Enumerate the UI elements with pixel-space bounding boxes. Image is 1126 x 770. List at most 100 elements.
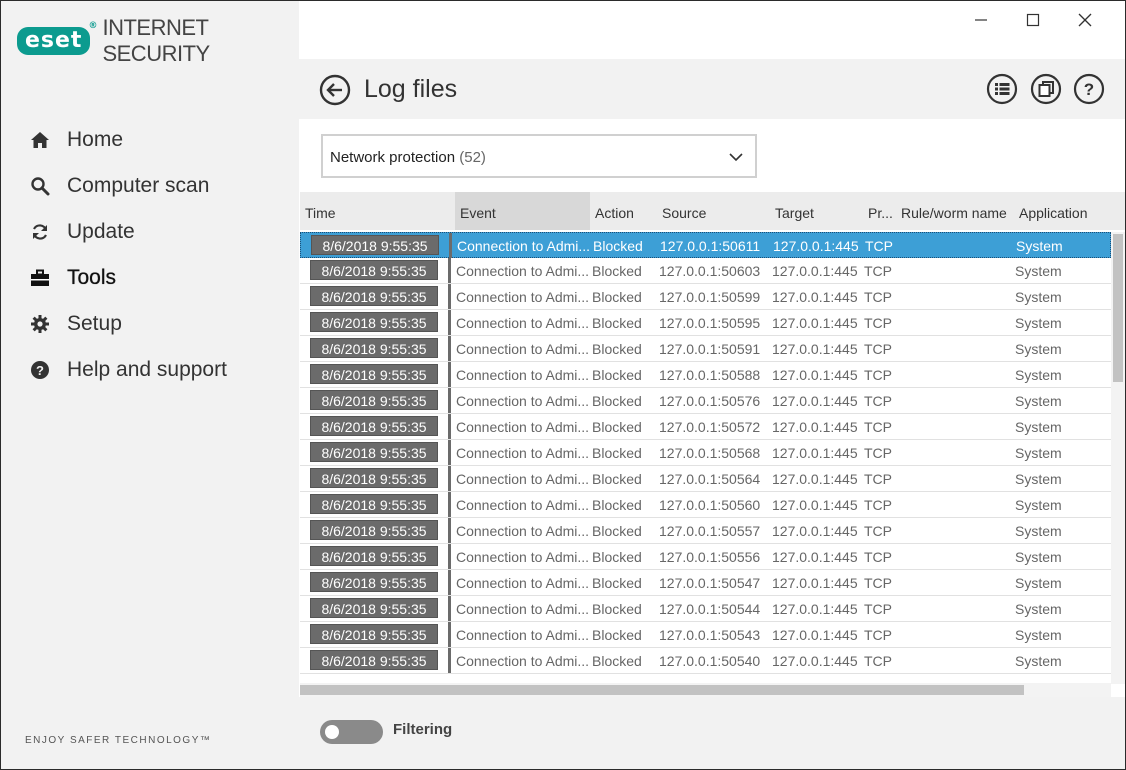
- sidebar-item-help-and-support[interactable]: ? Help and support: [29, 347, 227, 393]
- cell-application: System: [1015, 601, 1062, 617]
- cell-target: 127.0.0.1:445: [772, 263, 858, 279]
- column-header-application[interactable]: Application: [1014, 192, 1114, 230]
- column-header-time[interactable]: Time: [300, 192, 455, 230]
- filtering-toggle[interactable]: [320, 720, 383, 744]
- table-row[interactable]: 8/6/2018 9:55:35 Connection to Admi... Blo…: [300, 414, 1111, 440]
- cell-time: 8/6/2018 9:55:35: [310, 468, 438, 488]
- cell-application: System: [1015, 627, 1062, 643]
- cell-time: 8/6/2018 9:55:35: [310, 624, 438, 644]
- cell-time: 8/6/2018 9:55:35: [310, 442, 438, 462]
- cell-time: 8/6/2018 9:55:35: [310, 390, 438, 410]
- cell-target: 127.0.0.1:445: [772, 367, 858, 383]
- sidebar-item-computer-scan[interactable]: Computer scan: [29, 163, 227, 209]
- cell-target: 127.0.0.1:445: [772, 627, 858, 643]
- cell-source: 127.0.0.1:50564: [659, 471, 761, 487]
- cell-application: System: [1015, 575, 1062, 591]
- cell-source: 127.0.0.1:50599: [659, 289, 761, 305]
- home-icon: [29, 129, 51, 151]
- horizontal-scrollbar[interactable]: [300, 683, 1111, 697]
- sidebar-item-tools[interactable]: Tools: [29, 255, 227, 301]
- cell-target: 127.0.0.1:445: [772, 315, 858, 331]
- sidebar-item-home[interactable]: Home: [29, 117, 227, 163]
- table-row[interactable]: 8/6/2018 9:55:35 Connection to Admi... Blo…: [300, 596, 1111, 622]
- column-divider: [448, 258, 451, 283]
- cell-target: 127.0.0.1:445: [772, 575, 858, 591]
- minimize-icon: [975, 19, 987, 21]
- column-header-event[interactable]: Event: [455, 192, 590, 230]
- back-arrow-icon: [319, 74, 351, 106]
- filtering-label: Filtering: [393, 721, 453, 738]
- column-divider: [448, 622, 451, 647]
- column-divider: [448, 362, 451, 387]
- cell-time: 8/6/2018 9:55:35: [310, 520, 438, 540]
- vertical-scrollbar-thumb[interactable]: [1113, 234, 1123, 382]
- table-row[interactable]: 8/6/2018 9:55:35 Connection to Admi... Blo…: [300, 284, 1111, 310]
- page-header: Log files ?: [299, 59, 1125, 119]
- table-row[interactable]: 8/6/2018 9:55:35 Connection to Admi... Blo…: [300, 622, 1111, 648]
- column-divider: [448, 388, 451, 413]
- cell-action: Blocked: [592, 471, 642, 487]
- cell-protocol: TCP: [864, 523, 892, 539]
- maximize-button[interactable]: [1007, 7, 1059, 33]
- column-header-target[interactable]: Target: [770, 192, 863, 230]
- cell-target: 127.0.0.1:445: [772, 549, 858, 565]
- table-row[interactable]: 8/6/2018 9:55:35 Connection to Admi... Blo…: [300, 570, 1111, 596]
- list-view-button[interactable]: [986, 73, 1018, 105]
- cell-time: 8/6/2018 9:55:35: [310, 260, 438, 280]
- sidebar-nav: Home Computer scan Update Tools Setup ? …: [29, 117, 227, 393]
- cell-target: 127.0.0.1:445: [772, 419, 858, 435]
- cell-event: Connection to Admi...: [456, 523, 588, 539]
- vertical-scrollbar[interactable]: [1111, 232, 1125, 684]
- cell-event: Connection to Admi...: [456, 601, 588, 617]
- cell-source: 127.0.0.1:50547: [659, 575, 761, 591]
- table-row[interactable]: 8/6/2018 9:55:35 Connection to Admi... Blo…: [300, 648, 1111, 674]
- table-row[interactable]: 8/6/2018 9:55:35 Connection to Admi... Blo…: [300, 518, 1111, 544]
- table-row[interactable]: 8/6/2018 9:55:35 Connection to Admi... Blo…: [300, 336, 1111, 362]
- sidebar-item-update[interactable]: Update: [29, 209, 227, 255]
- table-row[interactable]: 8/6/2018 9:55:35 Connection to Admi... Blo…: [300, 388, 1111, 414]
- cell-action: Blocked: [592, 549, 642, 565]
- cell-action: Blocked: [592, 393, 642, 409]
- cell-event: Connection to Admi...: [456, 289, 588, 305]
- back-button[interactable]: [319, 74, 351, 106]
- column-header-source[interactable]: Source: [657, 192, 770, 230]
- cell-event: Connection to Admi...: [456, 341, 588, 357]
- close-button[interactable]: [1059, 7, 1111, 33]
- cell-target: 127.0.0.1:445: [772, 497, 858, 513]
- column-divider: [448, 310, 451, 335]
- cell-time: 8/6/2018 9:55:35: [310, 494, 438, 514]
- cell-action: Blocked: [592, 497, 642, 513]
- cell-source: 127.0.0.1:50556: [659, 549, 761, 565]
- column-header-protocol[interactable]: Pr...: [863, 192, 896, 230]
- table-row[interactable]: 8/6/2018 9:55:35 Connection to Admi... Blo…: [300, 492, 1111, 518]
- product-name: INTERNET SECURITY: [102, 15, 210, 66]
- table-row[interactable]: 8/6/2018 9:55:35 Connection to Admi... Blo…: [300, 258, 1111, 284]
- table-row[interactable]: 8/6/2018 9:55:35 Connection to Admi... Blo…: [300, 310, 1111, 336]
- cell-source: 127.0.0.1:50557: [659, 523, 761, 539]
- column-header-rule[interactable]: Rule/worm name: [896, 192, 1014, 230]
- table-row[interactable]: 8/6/2018 9:55:35 Connection to Admi... Blo…: [300, 440, 1111, 466]
- sidebar-item-setup[interactable]: Setup: [29, 301, 227, 347]
- cell-protocol: TCP: [864, 627, 892, 643]
- cell-action: Blocked: [592, 575, 642, 591]
- cell-action: Blocked: [592, 653, 642, 669]
- log-type-name: Network protection: [330, 149, 456, 166]
- refresh-icon: [29, 221, 51, 243]
- cell-protocol: TCP: [864, 367, 892, 383]
- cell-application: System: [1015, 653, 1062, 669]
- logo-registered-mark: ®: [88, 21, 99, 31]
- table-row[interactable]: 8/6/2018 9:55:35 Connection to Admi... Blo…: [300, 544, 1111, 570]
- table-row[interactable]: 8/6/2018 9:55:35 Connection to Admi... Blo…: [300, 232, 1111, 258]
- copy-window-button[interactable]: [1030, 73, 1062, 105]
- log-type-select[interactable]: Network protection (52): [321, 134, 757, 178]
- cell-application: System: [1015, 289, 1062, 305]
- help-button[interactable]: ?: [1073, 73, 1105, 105]
- cell-event: Connection to Admi...: [456, 549, 588, 565]
- horizontal-scrollbar-thumb[interactable]: [300, 685, 1024, 695]
- sidebar: eset ® INTERNET SECURITY Home Computer sc…: [1, 1, 299, 769]
- table-row[interactable]: 8/6/2018 9:55:35 Connection to Admi... Blo…: [300, 466, 1111, 492]
- column-header-action[interactable]: Action: [590, 192, 657, 230]
- minimize-button[interactable]: [955, 7, 1007, 33]
- cell-time: 8/6/2018 9:55:35: [310, 572, 438, 592]
- table-row[interactable]: 8/6/2018 9:55:35 Connection to Admi... Blo…: [300, 362, 1111, 388]
